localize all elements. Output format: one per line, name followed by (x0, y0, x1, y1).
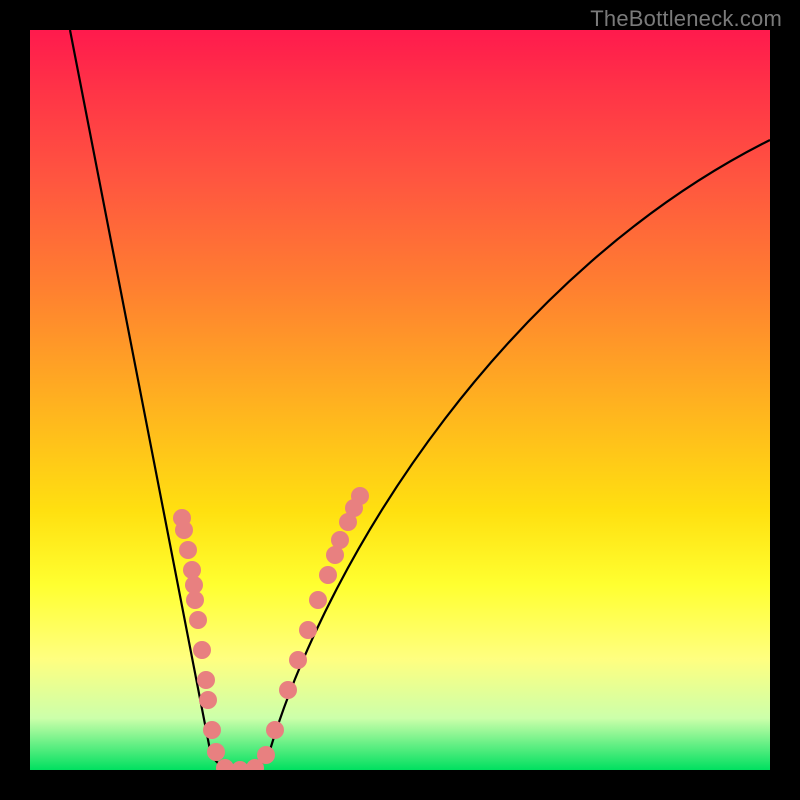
data-dot (266, 721, 284, 739)
plot-area (30, 30, 770, 770)
bottleneck-curve (70, 30, 770, 770)
data-dot (189, 611, 207, 629)
data-dot (289, 651, 307, 669)
data-dot (197, 671, 215, 689)
data-dot (319, 566, 337, 584)
outer-frame: TheBottleneck.com (0, 0, 800, 800)
data-dot (186, 591, 204, 609)
data-dot (207, 743, 225, 761)
data-dot (175, 521, 193, 539)
data-dot (309, 591, 327, 609)
watermark-text: TheBottleneck.com (590, 6, 782, 32)
data-dot (199, 691, 217, 709)
data-dot (299, 621, 317, 639)
data-dot (279, 681, 297, 699)
data-dot (351, 487, 369, 505)
data-dot (193, 641, 211, 659)
data-dot (257, 746, 275, 764)
data-dot (179, 541, 197, 559)
bottleneck-chart (30, 30, 770, 770)
data-dot (203, 721, 221, 739)
data-dot (331, 531, 349, 549)
data-dots-group (173, 487, 369, 770)
